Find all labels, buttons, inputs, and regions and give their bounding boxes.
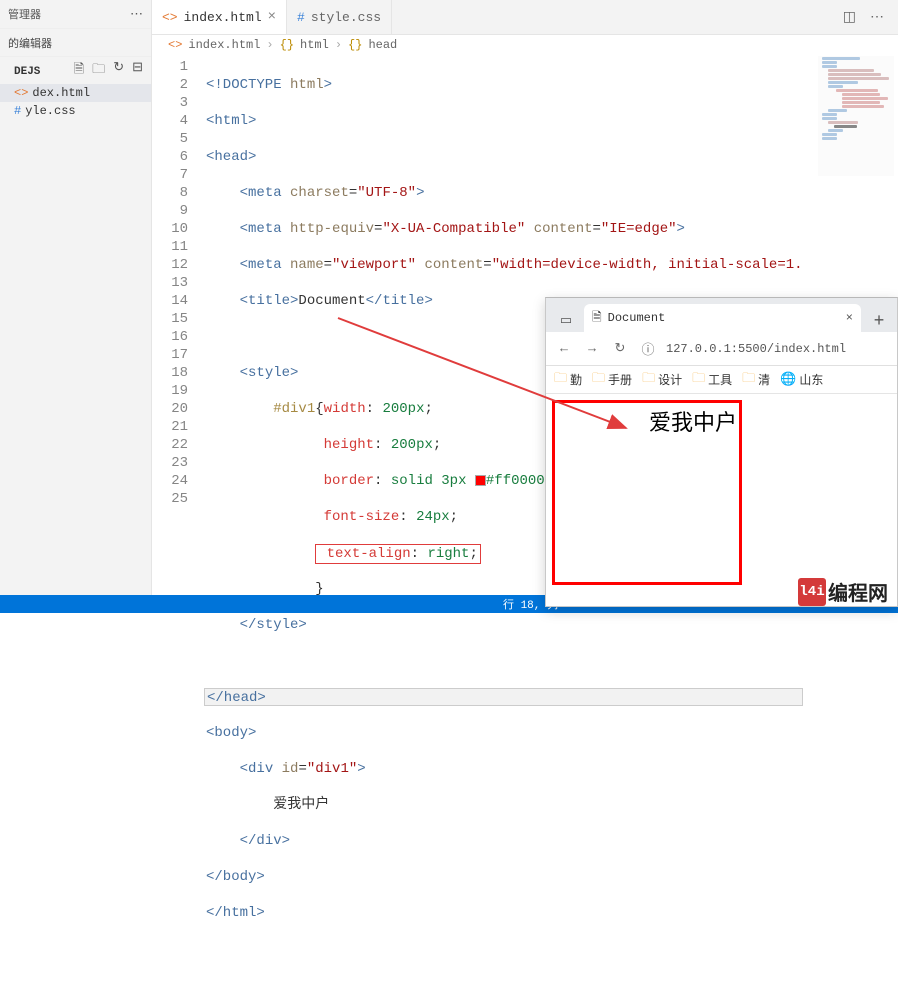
back-icon[interactable]: ←: [554, 341, 574, 356]
tab-index-html[interactable]: <> index.html ×: [152, 0, 287, 34]
tab-style-css[interactable]: # style.css: [287, 0, 392, 34]
line-number-gutter: 1234567891011121314151617181920212223242…: [152, 56, 206, 508]
tab-bar: <> index.html × # style.css ◫ ⋯: [152, 0, 898, 35]
file-item-style-css[interactable]: # yle.css: [0, 102, 151, 120]
breadcrumb-part[interactable]: head: [368, 38, 397, 52]
highlighted-css-line: text-align: right;: [315, 544, 481, 564]
more-actions-icon[interactable]: ⋯: [870, 9, 884, 26]
explorer-title: 管理器: [8, 6, 41, 22]
div-text-content: 爱我中户: [273, 797, 329, 813]
info-icon[interactable]: ⓘ: [638, 339, 658, 358]
more-icon[interactable]: ⋯: [130, 7, 143, 22]
brace-icon: {}: [280, 38, 294, 52]
browser-viewport: 爱我中户: [546, 394, 897, 606]
close-icon[interactable]: ×: [846, 311, 853, 325]
new-tab-button[interactable]: +: [865, 312, 893, 332]
bookmark-item[interactable]: 🗀手册: [592, 369, 632, 391]
browser-tab-strip: ▭ 🗎 Document × +: [546, 298, 897, 332]
forward-icon[interactable]: →: [582, 341, 602, 356]
rendered-div1: 爱我中户: [552, 400, 742, 585]
new-folder-icon[interactable]: 🗀: [92, 60, 105, 82]
split-editor-icon[interactable]: ◫: [843, 9, 856, 26]
project-section[interactable]: DEJS 🗎 🗀 ↻ ⊟: [0, 56, 151, 84]
page-icon: 🗎: [592, 308, 602, 329]
watermark-logo: l4i 编程网: [798, 577, 888, 607]
breadcrumb-part[interactable]: html: [300, 38, 329, 52]
bookmark-item[interactable]: 🗀清: [742, 369, 770, 391]
css-file-icon: #: [14, 104, 21, 118]
css-file-icon: #: [297, 10, 305, 25]
new-file-icon[interactable]: 🗎: [74, 60, 84, 82]
breadcrumb-part[interactable]: index.html: [188, 38, 260, 52]
folder-icon: 🗀: [742, 369, 755, 391]
folder-icon: 🗀: [554, 369, 567, 391]
bookmark-item[interactable]: 🗀勤: [554, 369, 582, 391]
tab-label: index.html: [184, 10, 262, 25]
sidebar: 管理器 ⋯ 的编辑器 DEJS 🗎 🗀 ↻ ⊟ <> dex.html # yl…: [0, 0, 152, 595]
browser-toolbar: ← → ↻ ⓘ 127.0.0.1:5500/index.html: [546, 332, 897, 366]
globe-icon: 🌐: [780, 372, 796, 387]
tab-search-icon[interactable]: ▭: [552, 308, 580, 332]
refresh-icon[interactable]: ↻: [113, 60, 124, 82]
file-item-index-html[interactable]: <> dex.html: [0, 84, 151, 102]
html-file-icon: <>: [168, 38, 182, 52]
file-label: dex.html: [32, 86, 90, 100]
bookmarks-bar: 🗀勤 🗀手册 🗀设计 🗀工具 🗀清 🌐山东: [546, 366, 897, 394]
collapse-icon[interactable]: ⊟: [132, 60, 143, 82]
minimap[interactable]: [818, 56, 894, 176]
bookmark-item[interactable]: 🗀工具: [692, 369, 732, 391]
browser-tab[interactable]: 🗎 Document ×: [584, 304, 861, 332]
bookmark-item[interactable]: 🗀设计: [642, 369, 682, 391]
sidebar-header: 管理器 ⋯: [0, 0, 151, 28]
open-editors-label: 的编辑器: [8, 35, 52, 51]
rendered-text: 爱我中户: [649, 410, 737, 435]
folder-icon: 🗀: [592, 369, 605, 391]
file-label: yle.css: [25, 104, 75, 118]
reload-icon[interactable]: ↻: [610, 341, 630, 356]
folder-icon: 🗀: [642, 369, 655, 391]
address-bar[interactable]: 127.0.0.1:5500/index.html: [666, 342, 846, 356]
color-swatch[interactable]: [475, 475, 486, 486]
tab-label: style.css: [311, 10, 381, 25]
html-file-icon: <>: [162, 10, 178, 25]
breadcrumb[interactable]: <> index.html › {} html › {} head: [168, 38, 397, 52]
logo-badge: l4i: [798, 578, 826, 606]
browser-preview-window: ▭ 🗎 Document × + ← → ↻ ⓘ 127.0.0.1:5500/…: [545, 297, 898, 607]
brace-icon: {}: [348, 38, 362, 52]
open-editors-section[interactable]: 的编辑器: [0, 28, 151, 56]
logo-text: 编程网: [828, 577, 888, 607]
chevron-right-icon: ›: [266, 38, 273, 52]
folder-icon: 🗀: [692, 369, 705, 391]
browser-tab-title: Document: [608, 311, 666, 325]
chevron-right-icon: ›: [335, 38, 342, 52]
project-label: DEJS: [8, 62, 48, 80]
bookmark-item[interactable]: 🌐山东: [780, 371, 823, 388]
close-icon[interactable]: ×: [268, 9, 276, 25]
html-file-icon: <>: [14, 86, 28, 100]
